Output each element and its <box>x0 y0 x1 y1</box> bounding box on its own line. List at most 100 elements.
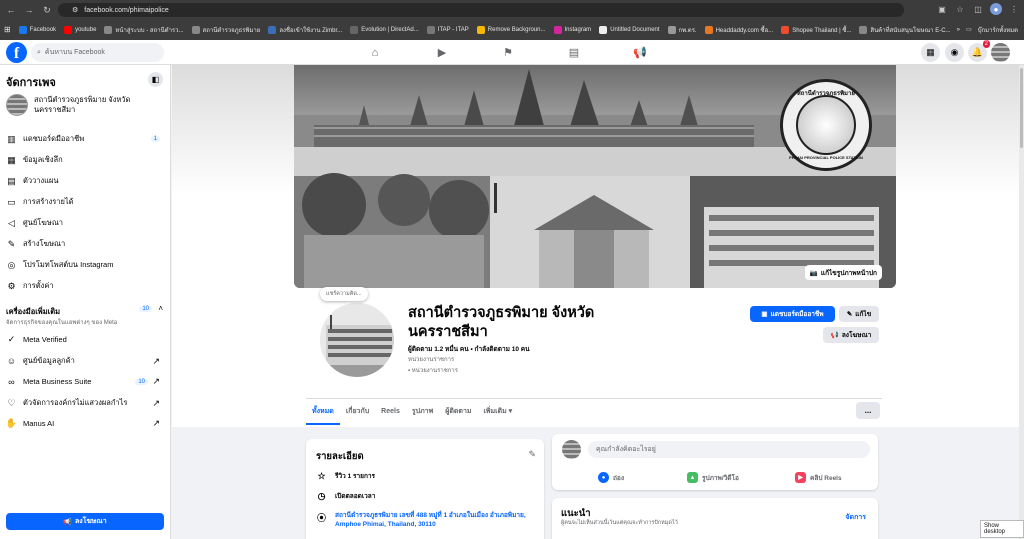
flag-icon[interactable]: ⚑ <box>499 44 517 61</box>
profile-icon[interactable]: ● <box>990 3 1002 15</box>
ads-icon[interactable]: ▤ <box>565 44 583 61</box>
back-icon[interactable]: ← <box>4 3 18 17</box>
url-text: facebook.com/phimaipolice <box>84 6 169 14</box>
seal-emblem <box>796 95 856 155</box>
forward-icon[interactable]: → <box>22 3 36 17</box>
sidebar-item[interactable]: ◁ ศูนย์โฆษณา <box>6 217 166 229</box>
apps-icon[interactable]: ⊞ <box>4 25 11 34</box>
tab-item[interactable]: เกี่ยวกับ <box>340 399 375 425</box>
tool-item[interactable]: ∞ Meta Business Suite 10 ↗ <box>6 376 166 387</box>
composer-input[interactable]: คุณกำลังคิดอะไรอยู่ <box>588 441 870 458</box>
all-bookmarks[interactable]: บุ๊กมาร์กทั้งหมด <box>978 25 1018 35</box>
account-avatar[interactable] <box>991 43 1010 62</box>
bookmark-item[interactable]: Facebook <box>18 25 56 34</box>
photo-video-button[interactable]: ▲ รูปภาพ/วิดีโอ <box>687 472 739 483</box>
bookmark-item[interactable]: สถานีตำรวจภูธรพิมาย <box>191 25 260 35</box>
tool-item-label: Meta Business Suite <box>23 377 92 386</box>
bookmark-item[interactable]: หน้าสู่ระบบ - สถานีตำรว... <box>104 25 184 35</box>
reviews-row[interactable]: ☆ รีวิว 1 รายการ <box>316 471 375 482</box>
tool-item[interactable]: ✓ Meta Verified <box>6 334 166 345</box>
switch-view-icon[interactable]: ◧ <box>148 72 163 87</box>
sidebar-item[interactable]: ✎ สร้างโฆษณา <box>6 238 166 250</box>
cover-photo[interactable]: สถานีตำรวจภูธรพิมาย PHIMAI PROVINCIAL PO… <box>294 65 896 288</box>
tab-item[interactable]: เพิ่มเติม ▾ <box>478 399 519 425</box>
tab-item[interactable]: ผู้ติดตาม <box>439 399 477 425</box>
bookmark-label: Shopee Thailand | ซื้... <box>792 27 852 34</box>
tool-item-label: ตัวจัดการองค์กรไม่แสวงผลกำไร <box>23 398 128 407</box>
meta-icon: ∞ <box>8 376 15 387</box>
bookmark-item[interactable]: สินค้าที่สนับสนุนโฆษณา E-C... <box>859 25 951 35</box>
tool-item[interactable]: ☺ ศูนย์ข้อมูลลูกค้า ↗ <box>6 355 166 367</box>
star-outline-icon: ☆ <box>317 471 326 481</box>
tool-item[interactable]: ♡ ตัวจัดการองค์กรไม่แสวงผลกำไร ↗ <box>6 397 166 409</box>
bookmark-item[interactable]: Evolution | DirectAd... <box>350 25 419 34</box>
extensions-icon[interactable]: ◫ <box>972 3 984 15</box>
reload-icon[interactable]: ↻ <box>40 3 54 17</box>
tab-item[interactable]: ทั้งหมด <box>306 399 340 425</box>
bookmark-item[interactable]: Headdaddy.com ซื้อ... <box>704 25 773 35</box>
tab-item[interactable]: Reels <box>375 399 406 425</box>
chevron-up-icon[interactable]: ˄ <box>158 304 163 313</box>
bookmark-item[interactable]: Instagram <box>553 25 591 34</box>
profile-picture[interactable] <box>317 300 397 380</box>
bookmarks-right: » ▭ บุ๊กมาร์กทั้งหมด <box>957 21 1018 38</box>
share-thought-bubble[interactable]: แชร์ความคิด... <box>320 287 368 301</box>
edit-details-icon[interactable]: ✎ <box>528 449 536 460</box>
star-icon[interactable]: ☆ <box>954 3 966 15</box>
bookmark-item[interactable]: youtube <box>64 25 96 34</box>
sidebar-item[interactable]: ▤ ตัววางแผน <box>6 175 166 187</box>
messenger-icon[interactable]: ◉ <box>945 43 964 62</box>
video-icon[interactable]: ▶ <box>433 44 451 61</box>
photo-label: รูปภาพ/วิดีโอ <box>702 474 739 482</box>
promote-button[interactable]: 📢 ลงโฆษณา <box>823 327 879 343</box>
search-input[interactable]: ⌕ ค้นหาบน Facebook <box>31 43 164 62</box>
menu-icon[interactable]: ⋮ <box>1008 3 1020 15</box>
live-button[interactable]: ● ถ่อง <box>598 472 624 483</box>
more-bookmarks-icon[interactable]: » <box>957 27 960 33</box>
browser-actions: ▣ ☆ ◫ ● ⋮ <box>936 3 1020 15</box>
home-icon[interactable]: ⌂ <box>366 44 384 61</box>
bookmark-label: Untitled Document <box>610 26 660 33</box>
reels-icon: ▶ <box>795 472 806 483</box>
edit-page-button[interactable]: ✎ แก้ไข <box>839 306 879 322</box>
menu-grid-icon[interactable]: ▦ <box>921 43 940 62</box>
bookmark-item[interactable]: ลงชื่อเข้าใช้งาน Zimbr... <box>268 25 342 35</box>
bookmark-item[interactable]: Remove Backgroun... <box>476 25 546 34</box>
cast-icon[interactable]: ▣ <box>936 3 948 15</box>
sidebar-item-label: โปรโมทโพสต์บน Instagram <box>23 260 114 269</box>
bookmark-item[interactable]: Shopee Thailand | ซื้... <box>781 25 851 35</box>
sidebar-item[interactable]: ▦ ข้อมูลเชิงลึก <box>6 154 166 166</box>
tool-item[interactable]: ✋ Manus AI ↗ <box>6 418 166 429</box>
reels-button[interactable]: ▶ คลิป Reels <box>795 472 842 483</box>
bookmark-label: ลงชื่อเข้าใช้งาน Zimbr... <box>279 27 343 34</box>
details-card: รายละเอียด ✎ ☆ รีวิว 1 รายการ ◷ เปิดตลอด… <box>306 439 544 539</box>
bookmark-favicon-icon <box>599 25 608 34</box>
external-link-icon: ↗ <box>152 376 160 386</box>
facebook-topbar: f ⌕ ค้นหาบน Facebook ⌂ ▶ ⚑ ▤ 📢 ▦ ◉ 🔔 2 <box>0 40 1024 65</box>
sidebar-item[interactable]: ▭ การสร้างรายได้ <box>6 196 166 208</box>
tab-item[interactable]: รูปภาพ <box>406 399 439 425</box>
sidebar-item[interactable]: ⚙ การตั้งค่า <box>6 280 166 292</box>
site-info-icon[interactable]: ⚙ <box>72 6 78 14</box>
facebook-logo-icon[interactable]: f <box>6 42 27 63</box>
address-row[interactable]: ⦿ สถานีตำรวจภูธรพิมาย เลขที่ 488 หมู่ที่… <box>316 511 535 529</box>
bookmark-item[interactable]: Untitled Document <box>599 25 660 34</box>
scrollbar-thumb[interactable] <box>1020 68 1023 148</box>
followers-count[interactable]: ผู้ติดตาม 1.2 หมื่น คน • กำลังติดตาม 10 … <box>408 344 530 354</box>
bookmark-item[interactable]: กพ.ตร. <box>667 25 697 35</box>
notifications-icon[interactable]: 🔔 2 <box>968 40 990 62</box>
sidebar-item[interactable]: ◎ โปรโมทโพสต์บน Instagram <box>6 259 166 271</box>
pro-dashboard-button[interactable]: ▣ แดชบอร์ดมืออาชีพ <box>750 306 835 322</box>
megaphone-nav-icon[interactable]: 📢 <box>631 44 649 61</box>
address-text[interactable]: สถานีตำรวจภูธรพิมาย เลขที่ 488 หมู่ที่ 1… <box>335 511 535 529</box>
edit-cover-button[interactable]: 📷 แก้ไขรูปภาพหน้าปก <box>804 265 882 280</box>
calendar-icon: ▤ <box>7 175 16 186</box>
sidebar-item[interactable]: ▥ แดชบอร์ดมืออาชีพ 1 <box>6 133 166 145</box>
page-identity[interactable]: สถานีตำรวจภูธรพิมาย จังหวัดนครราชสีมา <box>6 94 144 116</box>
create-ad-button[interactable]: 📢 ลงโฆษณา <box>6 513 164 530</box>
manage-link[interactable]: จัดการ <box>845 512 866 523</box>
clock-icon: ◷ <box>317 491 326 501</box>
bookmark-item[interactable]: ITAP - ITAP <box>426 25 469 34</box>
address-bar[interactable]: ⚙ facebook.com/phimaipolice <box>58 3 904 17</box>
tabs-more-button[interactable]: ... <box>856 402 880 419</box>
